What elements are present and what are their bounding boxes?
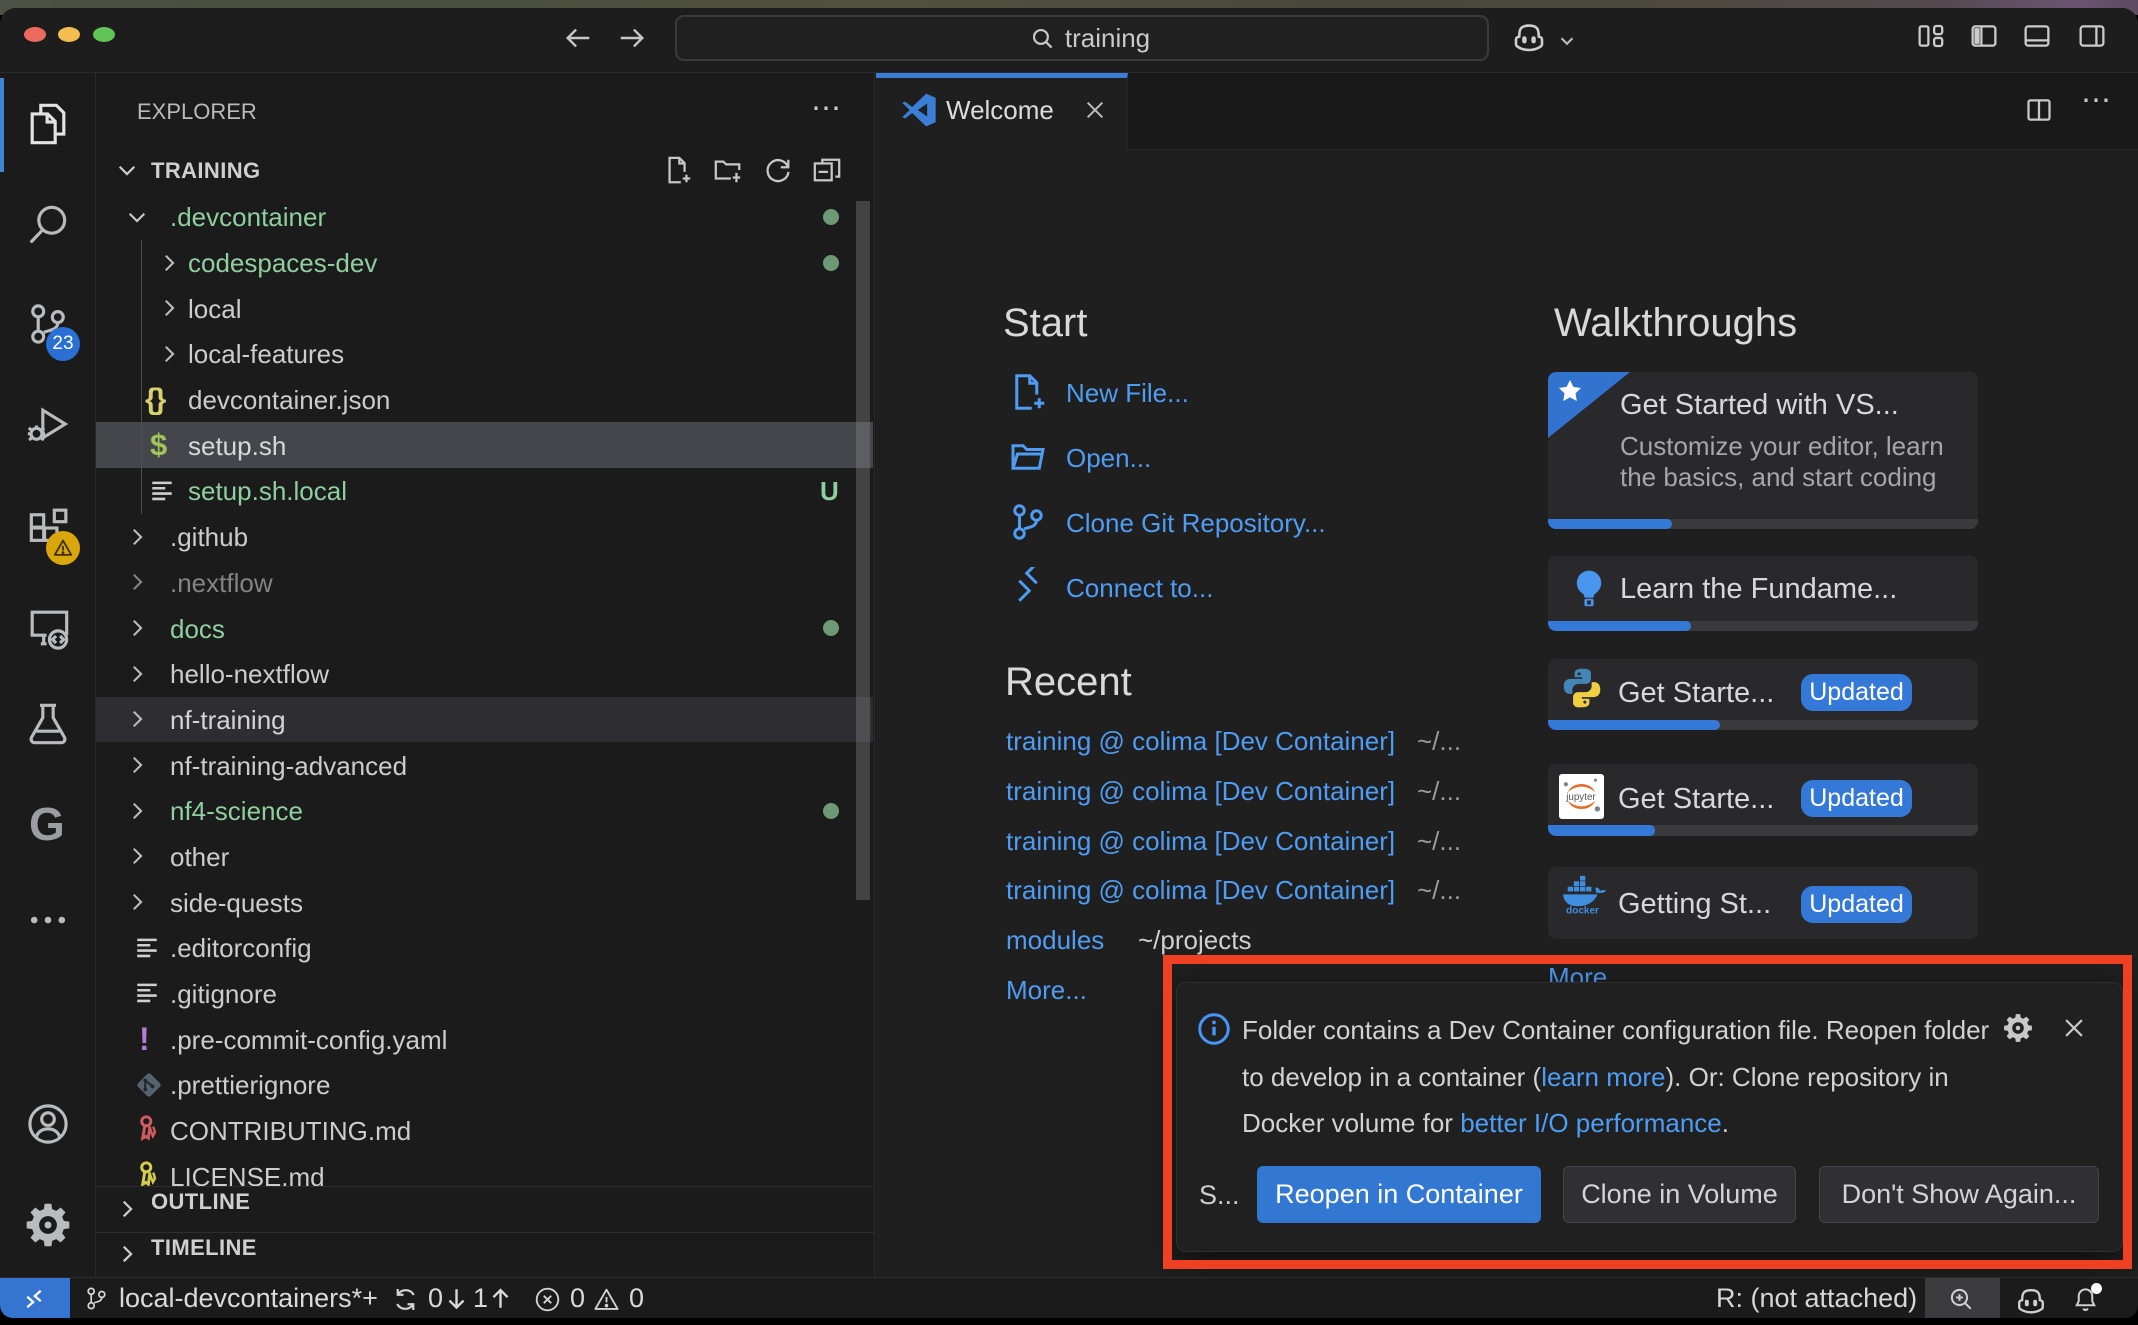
svg-text:jupyter: jupyter [1565,792,1596,803]
svg-text:docker: docker [1566,905,1599,915]
